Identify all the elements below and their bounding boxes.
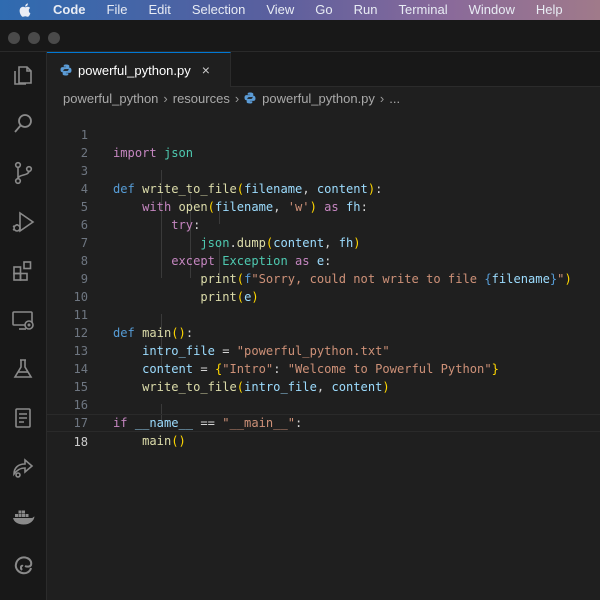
code-line: 13 content = {"Intro": "Welcome to Power…	[47, 324, 600, 376]
search-icon[interactable]	[8, 109, 38, 139]
breadcrumb-file[interactable]: powerful_python.py	[262, 91, 375, 106]
line-number: 18	[73, 435, 88, 449]
apple-logo-icon[interactable]	[14, 3, 36, 17]
explorer-icon[interactable]	[8, 60, 38, 90]
breadcrumb: powerful_python › resources › powerful_p…	[63, 88, 593, 108]
token-bracket: )	[178, 434, 186, 448]
edge-devtools-icon[interactable]	[8, 550, 38, 580]
menu-selection[interactable]: Selection	[192, 0, 245, 20]
menu-terminal[interactable]: Terminal	[399, 0, 448, 20]
chevron-right-icon: ›	[379, 90, 385, 106]
code-line: 17 main()	[47, 396, 600, 448]
code-line: 11 def main():	[47, 288, 600, 340]
menu-edit[interactable]: Edit	[148, 0, 170, 20]
code-line: 1 import json	[47, 108, 600, 160]
code-line: 5 try:	[47, 180, 600, 232]
code-line: 7 except Exception as e:	[47, 216, 600, 268]
code-line: 6 json.dump(content, fh)	[47, 198, 600, 250]
close-tab-icon[interactable]: ×	[202, 62, 210, 78]
code-line: 8 print(f"Sorry, could not write to file…	[47, 234, 600, 286]
code-line: 16 if __name__ == "__main__":	[47, 378, 600, 430]
notebook-icon[interactable]	[8, 403, 38, 433]
code-line: 2	[47, 126, 600, 160]
menu-file[interactable]: File	[107, 0, 128, 20]
tab-powerful-python[interactable]: powerful_python.py ×	[47, 52, 231, 87]
python-file-icon	[60, 64, 72, 76]
breadcrumb-root[interactable]: powerful_python	[63, 91, 158, 106]
docker-icon[interactable]	[8, 501, 38, 531]
run-debug-icon[interactable]	[8, 207, 38, 237]
zoom-window-button[interactable]	[48, 32, 60, 44]
macos-menu-bar: Code File Edit Selection View Go Run Ter…	[0, 0, 600, 20]
close-window-button[interactable]	[8, 32, 20, 44]
menu-help[interactable]: Help	[536, 0, 563, 20]
menu-code[interactable]: Code	[53, 0, 86, 20]
token-bracket: (	[171, 434, 179, 448]
chevron-right-icon: ›	[163, 90, 168, 106]
testing-icon[interactable]	[8, 354, 38, 384]
source-control-icon[interactable]	[8, 158, 38, 188]
activity-bar	[0, 52, 47, 600]
live-share-icon[interactable]	[8, 452, 38, 482]
tab-bar: powerful_python.py ×	[47, 52, 600, 87]
code-line-current: 18	[47, 414, 600, 449]
remote-explorer-icon[interactable]	[8, 305, 38, 335]
window-title-bar	[0, 20, 600, 52]
code-line: 3 def write_to_file(filename, content):	[47, 144, 600, 196]
code-line: 4 with open(filename, 'w') as fh:	[47, 162, 600, 214]
menu-window[interactable]: Window	[469, 0, 515, 20]
breadcrumb-folder[interactable]: resources	[173, 91, 230, 106]
chevron-right-icon: ›	[234, 90, 240, 106]
menu-run[interactable]: Run	[354, 0, 378, 20]
tab-label: powerful_python.py	[78, 62, 191, 78]
token-function: main	[142, 434, 172, 448]
minimize-window-button[interactable]	[28, 32, 40, 44]
code-editor[interactable]: 1 import json 2 3 def write_to_file(file…	[47, 108, 600, 600]
code-line: 9 print(e)	[47, 252, 600, 304]
code-line: 12 intro_file = "powerful_python.txt"	[47, 306, 600, 358]
extensions-icon[interactable]	[8, 256, 38, 286]
menu-view[interactable]: View	[266, 0, 294, 20]
code-line: 15	[47, 360, 600, 394]
code-line: 14 write_to_file(intro_file, content)	[47, 342, 600, 394]
python-file-icon	[244, 92, 256, 104]
menu-go[interactable]: Go	[315, 0, 332, 20]
breadcrumb-more[interactable]: ...	[389, 91, 400, 106]
code-line: 10	[47, 270, 600, 304]
